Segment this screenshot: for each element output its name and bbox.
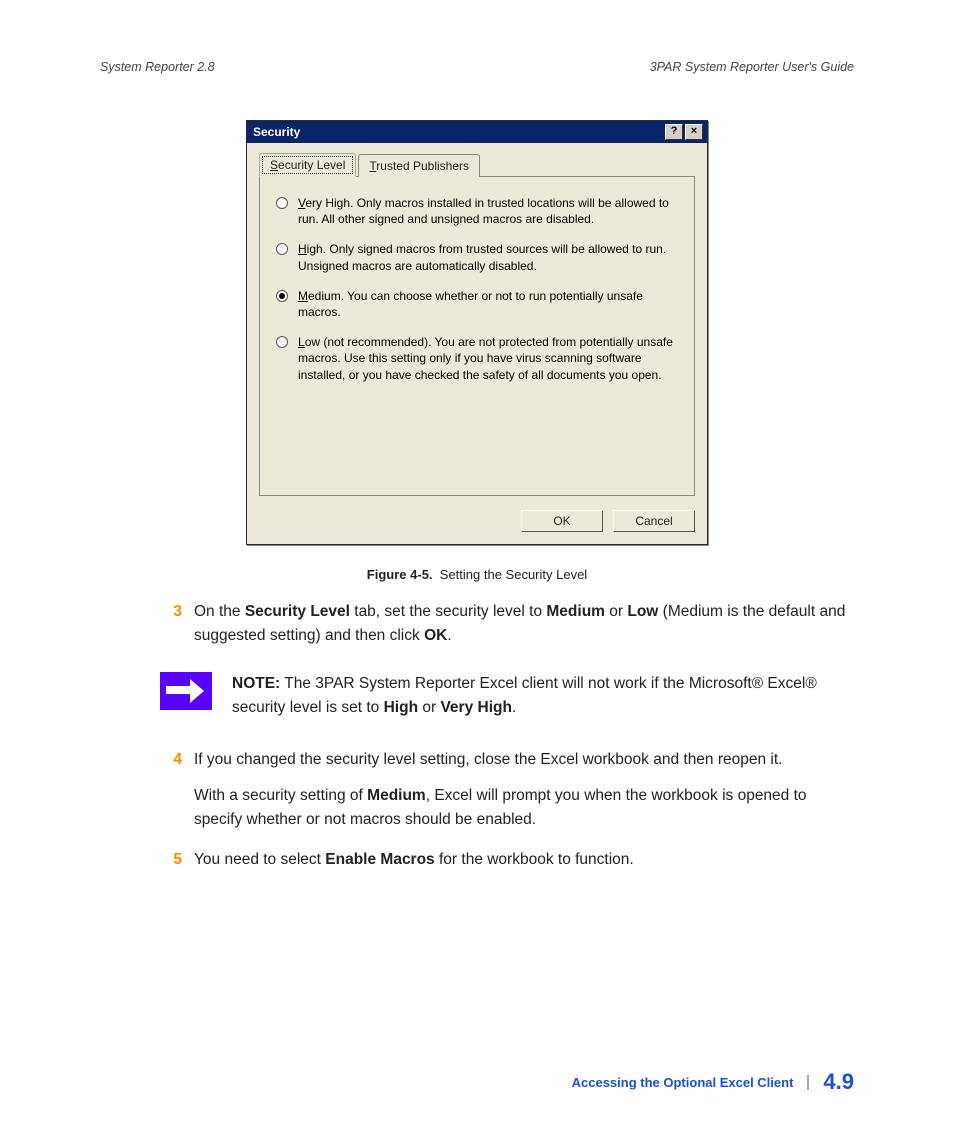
tab-trusted-publishers[interactable]: Trusted Publishers: [358, 154, 480, 177]
tab-security-level[interactable]: Security Level: [259, 153, 356, 177]
ok-button[interactable]: OK: [521, 510, 603, 532]
step-number: 3: [160, 600, 182, 648]
help-button[interactable]: ?: [665, 124, 683, 140]
page-number: 4.9: [823, 1069, 854, 1095]
step-3: 3 On the Security Level tab, set the sec…: [160, 600, 854, 648]
option-label: Low (not recommended). You are not prote…: [298, 334, 678, 383]
cancel-button[interactable]: Cancel: [613, 510, 695, 532]
figure-label: Figure 4-5.: [367, 567, 433, 582]
option-label: Medium. You can choose whether or not to…: [298, 288, 678, 320]
dialog-title: Security: [253, 125, 663, 139]
page-header: System Reporter 2.8 3PAR System Reporter…: [100, 60, 854, 74]
option-low[interactable]: Low (not recommended). You are not prote…: [276, 334, 678, 383]
step-body: On the Security Level tab, set the secur…: [194, 600, 854, 648]
option-very-high[interactable]: Very High. Only macros installed in trus…: [276, 195, 678, 227]
radio-icon: [276, 336, 288, 348]
tab-panel: Very High. Only macros installed in trus…: [259, 176, 695, 496]
arrow-icon: [160, 672, 212, 710]
radio-icon: [276, 197, 288, 209]
option-medium[interactable]: Medium. You can choose whether or not to…: [276, 288, 678, 320]
radio-icon: [276, 290, 288, 302]
note-box: NOTE: The 3PAR System Reporter Excel cli…: [160, 672, 854, 720]
step-number: 5: [160, 848, 182, 872]
radio-icon: [276, 243, 288, 255]
footer-title: Accessing the Optional Excel Client: [572, 1075, 810, 1090]
step-4: 4 If you changed the security level sett…: [160, 748, 854, 832]
security-dialog: Security ? × Security Level Trusted Publ…: [246, 120, 708, 545]
step-5: 5 You need to select Enable Macros for t…: [160, 848, 854, 872]
step-number: 4: [160, 748, 182, 832]
page-footer: Accessing the Optional Excel Client 4.9: [572, 1069, 854, 1095]
dialog-titlebar: Security ? ×: [247, 121, 707, 143]
figure-caption: Figure 4-5. Setting the Security Level: [100, 567, 854, 582]
option-label: High. Only signed macros from trusted so…: [298, 241, 678, 273]
tab-strip: Security Level Trusted Publishers: [259, 153, 695, 177]
step-body: You need to select Enable Macros for the…: [194, 848, 854, 872]
header-right: 3PAR System Reporter User's Guide: [650, 60, 854, 74]
close-button[interactable]: ×: [685, 124, 703, 140]
option-label: Very High. Only macros installed in trus…: [298, 195, 678, 227]
note-text: NOTE: The 3PAR System Reporter Excel cli…: [232, 672, 854, 720]
option-high[interactable]: High. Only signed macros from trusted so…: [276, 241, 678, 273]
header-left: System Reporter 2.8: [100, 60, 215, 74]
step-body: If you changed the security level settin…: [194, 748, 854, 832]
